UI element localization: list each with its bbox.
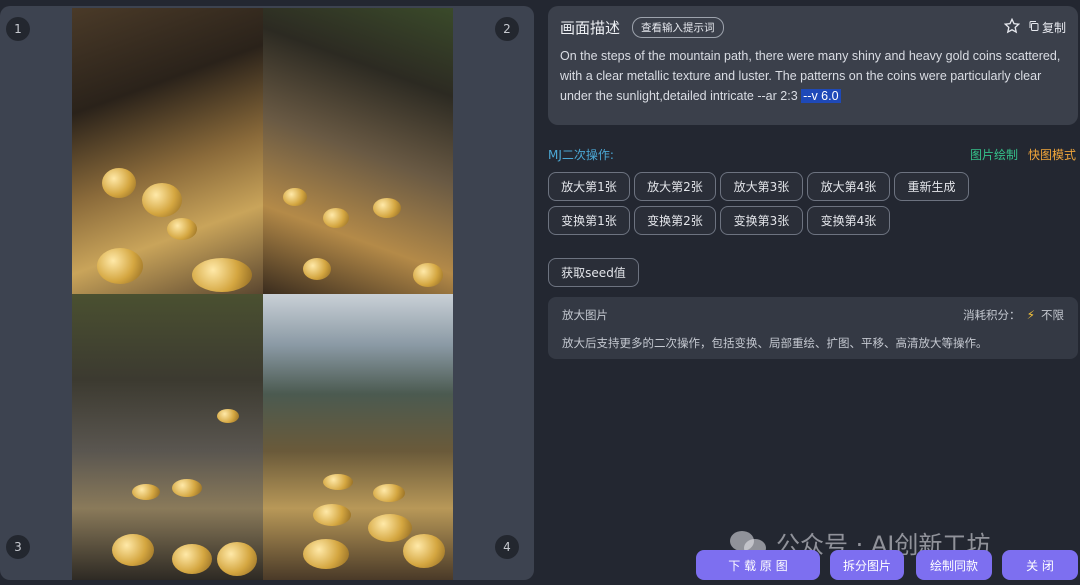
prompt-card: 画面描述 查看输入提示词 复制 On the steps of the moun… — [548, 6, 1078, 125]
coin-graphic — [283, 188, 307, 206]
coin-graphic — [142, 183, 182, 217]
get-seed-button[interactable]: 获取seed值 — [548, 258, 639, 287]
prompt-text: On the steps of the mountain path, there… — [560, 46, 1066, 106]
prompt-card-title: 画面描述 — [560, 18, 621, 37]
info-card-description: 放大后支持更多的二次操作，包括变换、局部重绘、扩图、平移、高清放大等操作。 — [562, 336, 988, 350]
image-quadrant-3[interactable] — [72, 294, 263, 580]
copy-label: 复制 — [1041, 20, 1066, 35]
coin-graphic — [413, 263, 443, 287]
close-button[interactable]: 关 闭 — [1002, 550, 1078, 580]
quadrant-number-4: 4 — [495, 535, 519, 559]
coin-graphic — [112, 534, 154, 566]
image-preview-panel — [0, 6, 534, 580]
split-image-button[interactable]: 拆分图片 — [830, 550, 904, 580]
coin-graphic — [373, 484, 405, 502]
coin-graphic — [373, 198, 401, 218]
download-original-button[interactable]: 下 载 原 图 — [696, 550, 820, 580]
image-grid — [72, 8, 453, 580]
image-quadrant-4[interactable] — [263, 294, 453, 580]
variation-2-button[interactable]: 变换第2张 — [634, 206, 716, 235]
regenerate-button[interactable]: 重新生成 — [894, 172, 969, 201]
coin-graphic — [303, 539, 349, 569]
prompt-text-highlight: --v 6.0 — [801, 89, 841, 103]
upscale-3-button[interactable]: 放大第3张 — [720, 172, 803, 201]
quadrant-number-2: 2 — [495, 17, 519, 41]
coin-graphic — [403, 534, 445, 568]
variation-1-button[interactable]: 变换第1张 — [548, 206, 630, 235]
info-card-title: 放大图片 — [562, 308, 608, 322]
coin-graphic — [303, 258, 331, 280]
coin-graphic — [172, 544, 212, 574]
coin-graphic — [132, 484, 160, 500]
upscale-info-card: 放大图片 消耗积分： ⚡ 不限 放大后支持更多的二次操作，包括变换、局部重绘、扩… — [548, 297, 1078, 359]
quadrant-number-3: 3 — [6, 535, 30, 559]
upscale-2-button[interactable]: 放大第2张 — [634, 172, 716, 201]
draw-same-button[interactable]: 绘制同款 — [916, 550, 992, 580]
upscale-1-button[interactable]: 放大第1张 — [548, 172, 630, 201]
fast-mode-link[interactable]: 快图模式 — [1028, 146, 1076, 163]
upscale-4-button[interactable]: 放大第4张 — [807, 172, 890, 201]
image-quadrant-2[interactable] — [263, 8, 453, 294]
mj-operations-header: MJ二次操作: 图片绘制 快图模式 — [548, 146, 1078, 162]
coin-graphic — [192, 258, 252, 292]
coin-graphic — [323, 208, 349, 228]
coin-graphic — [217, 409, 239, 423]
cost-value: 不限 — [1041, 308, 1064, 322]
copy-icon — [1028, 20, 1040, 35]
view-prompt-button[interactable]: 查看输入提示词 — [632, 16, 724, 38]
coin-graphic — [172, 479, 202, 497]
coin-graphic — [217, 542, 257, 576]
coin-graphic — [167, 218, 197, 240]
coin-graphic — [102, 168, 136, 198]
mj-operations-label: MJ二次操作: — [548, 148, 614, 162]
variation-3-button[interactable]: 变换第3张 — [720, 206, 803, 235]
variation-4-button[interactable]: 变换第4张 — [807, 206, 890, 235]
coin-graphic — [97, 248, 143, 284]
coin-graphic — [368, 514, 412, 542]
image-draw-link[interactable]: 图片绘制 — [970, 146, 1018, 163]
copy-button[interactable]: 复制 — [1028, 19, 1066, 36]
cost-label: 消耗积分： — [963, 308, 1021, 322]
star-icon[interactable] — [1003, 17, 1021, 37]
coin-graphic — [313, 504, 351, 526]
image-quadrant-1[interactable] — [72, 8, 263, 294]
quadrant-number-1: 1 — [6, 17, 30, 41]
coin-graphic — [323, 474, 353, 490]
lightning-icon: ⚡ — [1026, 308, 1035, 322]
